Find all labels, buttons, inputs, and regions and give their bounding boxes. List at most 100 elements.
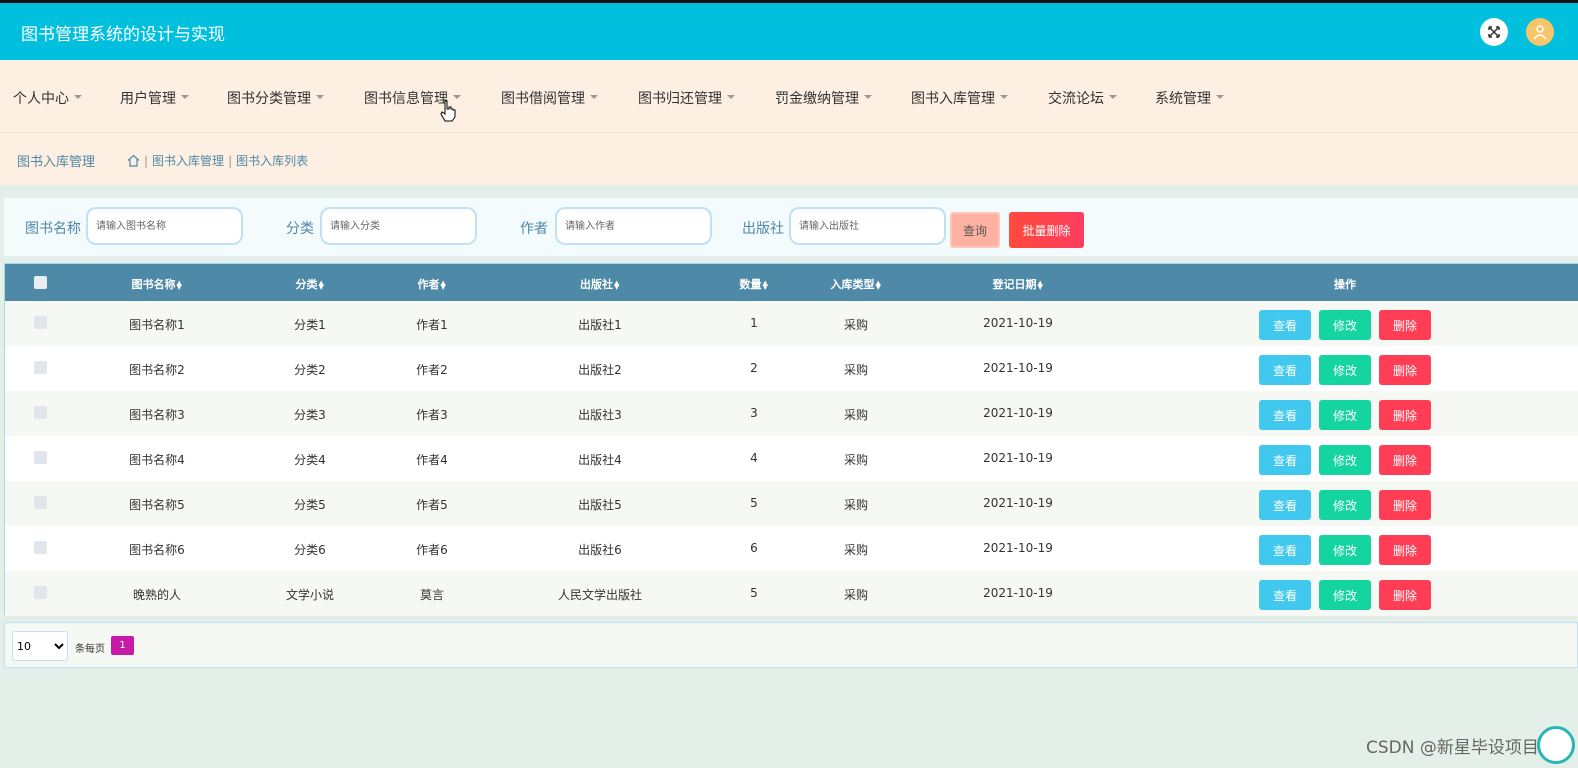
table-row: 晚熟的人 文学小说 莫言 人民文学出版社 5 采购 2021-10-19 查看 …	[5, 571, 1578, 616]
column-header-category[interactable]: 分类▲ ▼	[296, 276, 325, 292]
category-input[interactable]	[320, 207, 477, 245]
view-button[interactable]: 查看	[1259, 400, 1311, 430]
delete-button[interactable]: 删除	[1379, 355, 1431, 385]
user-avatar[interactable]	[1526, 18, 1554, 46]
view-button[interactable]: 查看	[1259, 310, 1311, 340]
cell-quantity: 1	[750, 316, 758, 330]
cell-stock-type: 采购	[843, 498, 869, 512]
view-button[interactable]: 查看	[1259, 535, 1311, 565]
row-checkbox[interactable]	[34, 586, 47, 599]
row-checkbox[interactable]	[34, 496, 47, 509]
column-header-actions: 操作	[1334, 278, 1356, 291]
column-header-author[interactable]: 作者▲ ▼	[418, 276, 447, 292]
caret-down-icon	[864, 95, 872, 99]
cell-author: 莫言	[419, 588, 445, 602]
row-checkbox[interactable]	[34, 316, 47, 329]
edit-button[interactable]: 修改	[1319, 310, 1371, 340]
table-row: 图书名称3 分类3 作者3 出版社3 3 采购 2021-10-19 查看 修改…	[5, 391, 1578, 436]
table-header: 图书名称▲ ▼ 分类▲ ▼ 作者▲ ▼ 出版社▲ ▼ 数量▲ ▼ 入库类型▲ ▼ 登记日期▲…	[5, 264, 1578, 301]
column-header-book-name[interactable]: 图书名称▲ ▼	[132, 276, 183, 292]
app-title: 图书管理系统的设计与实现	[21, 25, 225, 45]
cell-author: 作者5	[416, 498, 448, 512]
fullscreen-button[interactable]	[1480, 18, 1508, 46]
sort-icon: ▲ ▼	[176, 279, 182, 291]
delete-button[interactable]: 删除	[1379, 490, 1431, 520]
delete-button[interactable]: 删除	[1379, 310, 1431, 340]
edit-button[interactable]: 修改	[1319, 535, 1371, 565]
table-row: 图书名称2 分类2 作者2 出版社2 2 采购 2021-10-19 查看 修改…	[5, 346, 1578, 391]
column-header-quantity[interactable]: 数量▲ ▼	[740, 276, 769, 292]
cell-book-name: 图书名称6	[129, 543, 185, 557]
author-input[interactable]	[555, 207, 712, 245]
watermark: CSDN @新星毕设项目	[1366, 738, 1539, 758]
caret-down-icon	[1000, 95, 1008, 99]
menu-item-book-borrow[interactable]: 图书借阅管理	[501, 88, 598, 108]
footer-area	[0, 694, 1578, 768]
caret-down-icon	[590, 95, 598, 99]
cell-category: 分类2	[294, 363, 326, 377]
breadcrumb-item[interactable]: 图书入库管理	[152, 152, 224, 169]
edit-button[interactable]: 修改	[1319, 400, 1371, 430]
caret-down-icon	[1216, 95, 1224, 99]
view-button[interactable]: 查看	[1259, 445, 1311, 475]
page-size-select[interactable]: 10	[12, 631, 68, 661]
view-button[interactable]: 查看	[1259, 580, 1311, 610]
menu-item-forum[interactable]: 交流论坛	[1048, 88, 1117, 108]
caret-down-icon	[181, 95, 189, 99]
menu-item-book-category[interactable]: 图书分类管理	[227, 88, 324, 108]
bulk-delete-button[interactable]: 批量删除	[1009, 212, 1084, 248]
edit-button[interactable]: 修改	[1319, 445, 1371, 475]
query-button[interactable]: 查询	[950, 212, 1000, 248]
back-to-top-button[interactable]	[1537, 726, 1575, 764]
top-bar: 图书管理系统的设计与实现	[0, 0, 1578, 60]
user-icon	[1533, 25, 1547, 40]
page-number-current[interactable]: 1	[111, 636, 134, 655]
table-row: 图书名称4 分类4 作者4 出版社4 4 采购 2021-10-19 查看 修改…	[5, 436, 1578, 481]
cell-book-name: 图书名称5	[129, 498, 185, 512]
menu-item-book-stock-in[interactable]: 图书入库管理	[911, 88, 1008, 108]
cell-stock-type: 采购	[843, 363, 869, 377]
delete-button[interactable]: 删除	[1379, 535, 1431, 565]
select-all-checkbox[interactable]	[34, 276, 47, 289]
row-checkbox[interactable]	[34, 541, 47, 554]
cell-book-name: 图书名称4	[129, 453, 185, 467]
sort-icon: ▲ ▼	[875, 279, 881, 291]
row-checkbox[interactable]	[34, 451, 47, 464]
column-header-date[interactable]: 登记日期▲ ▼	[993, 276, 1044, 292]
row-checkbox[interactable]	[34, 361, 47, 374]
column-header-stock-type[interactable]: 入库类型▲ ▼	[831, 276, 882, 292]
edit-button[interactable]: 修改	[1319, 580, 1371, 610]
menu-item-book-return[interactable]: 图书归还管理	[638, 88, 735, 108]
stock-in-table: 图书名称▲ ▼ 分类▲ ▼ 作者▲ ▼ 出版社▲ ▼ 数量▲ ▼ 入库类型▲ ▼ 登记日期▲…	[4, 263, 1578, 616]
cell-book-name: 图书名称2	[129, 363, 185, 377]
edit-button[interactable]: 修改	[1319, 355, 1371, 385]
home-icon[interactable]	[127, 154, 140, 167]
caret-down-icon	[727, 95, 735, 99]
cell-date: 2021-10-19	[983, 316, 1053, 330]
menu-item-system-management[interactable]: 系统管理	[1155, 88, 1224, 108]
sort-icon: ▲ ▼	[614, 279, 620, 291]
edit-button[interactable]: 修改	[1319, 490, 1371, 520]
menu-item-fine-payment[interactable]: 罚金缴纳管理	[775, 88, 872, 108]
column-header-publisher[interactable]: 出版社▲ ▼	[580, 276, 620, 292]
view-button[interactable]: 查看	[1259, 490, 1311, 520]
delete-button[interactable]: 删除	[1379, 580, 1431, 610]
cell-publisher: 出版社1	[578, 318, 622, 332]
pagination: 10 条每页 1	[4, 622, 1578, 668]
view-button[interactable]: 查看	[1259, 355, 1311, 385]
cell-stock-type: 采购	[843, 453, 869, 467]
cell-date: 2021-10-19	[983, 451, 1053, 465]
publisher-input[interactable]	[789, 207, 946, 245]
menu-item-personal-center[interactable]: 个人中心	[13, 88, 82, 108]
row-checkbox[interactable]	[34, 406, 47, 419]
cell-date: 2021-10-19	[983, 361, 1053, 375]
delete-button[interactable]: 删除	[1379, 445, 1431, 475]
delete-button[interactable]: 删除	[1379, 400, 1431, 430]
book-name-input[interactable]	[86, 207, 243, 245]
cell-author: 作者2	[416, 363, 448, 377]
cell-quantity: 3	[750, 406, 758, 420]
author-label: 作者	[520, 221, 548, 237]
breadcrumb-separator: |	[144, 153, 149, 168]
sort-icon: ▲ ▼	[318, 279, 324, 291]
menu-item-user-management[interactable]: 用户管理	[120, 88, 189, 108]
